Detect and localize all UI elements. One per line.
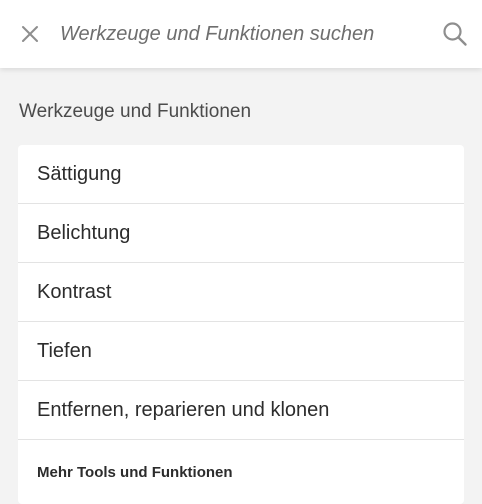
close-icon <box>22 26 38 42</box>
tools-list: Sättigung Belichtung Kontrast Tiefen Ent… <box>18 145 464 504</box>
list-item-tiefen[interactable]: Tiefen <box>18 322 464 381</box>
more-tools-link[interactable]: Mehr Tools und Funktionen <box>18 440 464 504</box>
list-item-saettigung[interactable]: Sättigung <box>18 145 464 204</box>
list-item-belichtung[interactable]: Belichtung <box>18 204 464 263</box>
search-input[interactable] <box>60 16 430 52</box>
list-item-kontrast[interactable]: Kontrast <box>18 263 464 322</box>
list-item-entfernen[interactable]: Entfernen, reparieren und klonen <box>18 381 464 440</box>
close-button[interactable] <box>14 18 46 50</box>
search-header <box>0 0 482 68</box>
search-button[interactable] <box>440 19 470 49</box>
magnifier-icon <box>443 22 467 46</box>
section-title: Werkzeuge und Funktionen <box>19 101 252 122</box>
